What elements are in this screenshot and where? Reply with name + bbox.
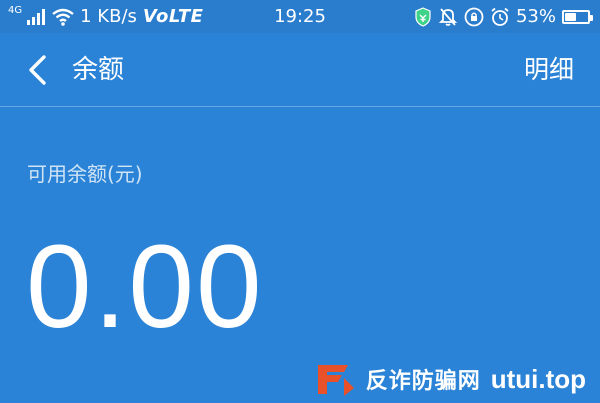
battery-level: [565, 12, 576, 21]
rotation-lock-icon: [464, 7, 484, 27]
page-title: 余额: [72, 55, 125, 85]
balance-amount: 0.00: [26, 221, 264, 353]
cropped-text-row: [96, 392, 276, 403]
vibrate-off-icon: [438, 7, 458, 27]
watermark-logo-icon: [314, 361, 356, 397]
status-bar: 4G 1 KB/s VoLTE 19:25 53%: [0, 0, 600, 33]
shield-icon: [414, 6, 432, 27]
watermark-text: 反诈防骗网: [365, 369, 481, 394]
wifi-icon: [52, 8, 74, 26]
battery-icon: [562, 9, 593, 24]
details-button[interactable]: 明细: [524, 33, 574, 107]
status-left: 4G 1 KB/s VoLTE: [8, 0, 203, 33]
network-speed: 1 KB/s: [80, 6, 137, 27]
chevron-left-icon: [27, 54, 47, 86]
back-button[interactable]: [20, 51, 54, 89]
alarm-icon: [490, 7, 510, 27]
watermark-domain: utui.top: [490, 363, 586, 394]
volte-indicator: VoLTE: [142, 6, 204, 27]
signal-icon: [26, 8, 46, 26]
network-type-label: 4G: [8, 5, 23, 16]
battery-percent: 53%: [515, 6, 556, 27]
available-balance-label: 可用余额(元): [27, 162, 143, 186]
app-bar: 余额 明细: [0, 33, 600, 107]
status-right: 53%: [414, 0, 593, 33]
watermark: 反诈防骗网 utui.top: [314, 361, 586, 397]
